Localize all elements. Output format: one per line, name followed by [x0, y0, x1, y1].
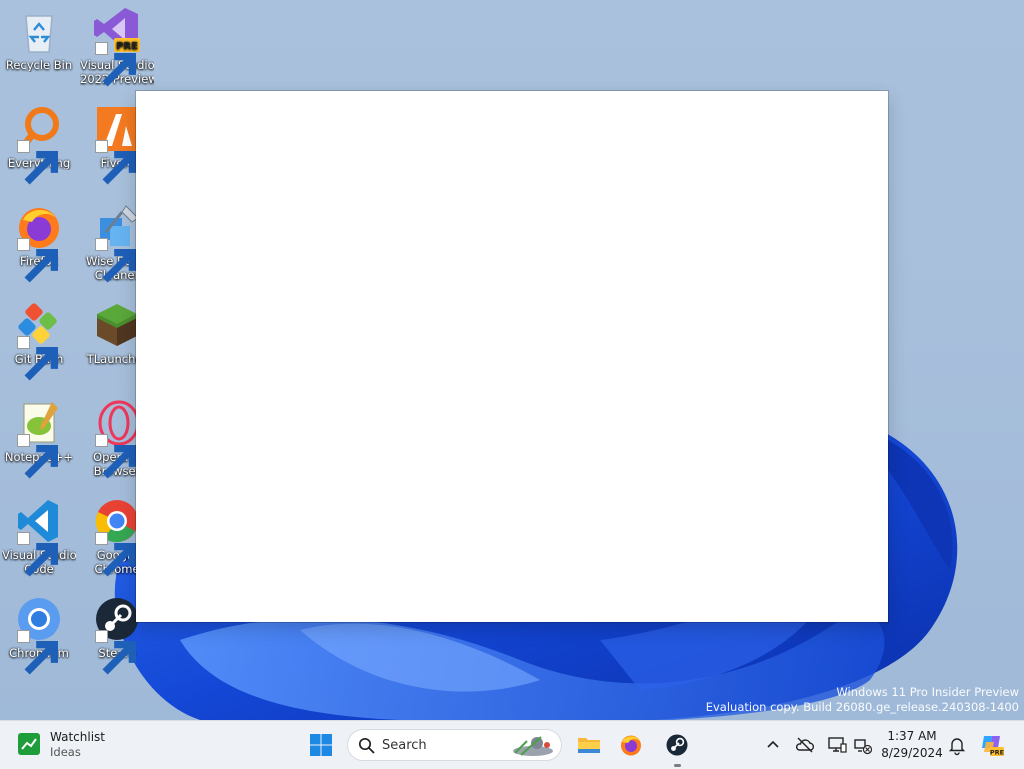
windows-logo-icon	[310, 734, 332, 756]
google-chrome-icon	[92, 496, 142, 577]
desktop-icon-firefox[interactable]: Firefox	[2, 202, 76, 283]
watermark-line-2: Evaluation copy. Build 26080.ge_release.…	[705, 700, 1019, 714]
search-label: Search	[382, 738, 427, 753]
widget-title: Watchlist	[50, 730, 105, 744]
desktop-icon-visual-studio-2022-preview[interactable]: PRE Visual Studio 2022 Preview	[80, 6, 154, 87]
shortcut-arrow-icon	[95, 532, 136, 577]
firefox-icon	[621, 735, 641, 756]
everything-search-icon	[14, 104, 64, 185]
copilot-pre-badge: PRE	[990, 749, 1004, 757]
clock-date: 8/29/2024	[881, 746, 943, 760]
chromium-icon	[14, 594, 64, 675]
steam-icon	[666, 734, 688, 756]
desktop-icon-chromium[interactable]: Chromium	[2, 594, 76, 675]
file-explorer-icon	[578, 738, 600, 753]
git-bash-icon	[14, 300, 64, 381]
desktop-icon-git-bash[interactable]: Git Bash	[2, 300, 76, 381]
copilot-icon: PRE	[982, 736, 1004, 757]
desktop-icon-vscode[interactable]: Visual Studio Code	[2, 496, 76, 577]
onedrive-offline-icon	[795, 737, 815, 753]
recycle-bin-icon	[14, 6, 64, 56]
steam-icon	[92, 594, 142, 675]
notification-center-button[interactable]	[946, 734, 968, 756]
show-hidden-icons-button[interactable]	[762, 734, 784, 756]
desktop-icon-everything[interactable]: Everything	[2, 104, 76, 185]
taskbar-steam[interactable]	[659, 727, 695, 763]
shortcut-arrow-icon	[95, 238, 136, 283]
opera-gx-icon	[92, 398, 142, 479]
shortcut-arrow-icon	[95, 434, 136, 479]
desktop-icon-recycle-bin[interactable]: Recycle Bin	[2, 6, 76, 72]
visual-studio-2022-preview-icon: PRE	[92, 6, 142, 87]
display-icon	[828, 737, 847, 753]
vscode-icon	[14, 496, 64, 577]
shortcut-arrow-icon	[17, 238, 59, 283]
display-status[interactable]	[826, 734, 848, 756]
shortcut-arrow-icon	[95, 630, 136, 675]
fivem-icon	[92, 104, 142, 185]
copilot-button[interactable]: PRE	[980, 732, 1004, 758]
desktop-icon-notepad-plus-plus[interactable]: Notepad++	[2, 398, 76, 479]
start-button[interactable]	[303, 727, 339, 763]
shortcut-arrow-icon	[17, 630, 59, 675]
desktop: Recycle Bin Everything Firefox Git Bash …	[0, 0, 1024, 720]
clock[interactable]: 1:37 AM 8/29/2024	[876, 728, 948, 762]
onedrive-status[interactable]	[794, 734, 816, 756]
tlauncher-icon	[92, 300, 142, 350]
wise-registry-cleaner-icon	[92, 202, 142, 283]
network-disconnected-icon	[854, 739, 873, 755]
shortcut-arrow-icon	[17, 336, 59, 381]
bell-icon	[948, 738, 966, 756]
widget-subtitle: Ideas	[50, 745, 81, 759]
taskbar-file-explorer[interactable]	[571, 727, 607, 763]
blank-app-window[interactable]	[136, 91, 888, 622]
shortcut-arrow-icon	[17, 532, 59, 577]
shortcut-arrow-icon	[95, 140, 136, 185]
network-status[interactable]	[852, 734, 874, 756]
icon-label: Recycle Bin	[5, 58, 73, 72]
clock-time: 1:37 AM	[887, 729, 937, 743]
search-icon	[358, 737, 375, 754]
search-box[interactable]: Search	[347, 729, 562, 761]
taskbar-firefox[interactable]	[613, 727, 649, 763]
running-indicator	[674, 764, 681, 767]
shortcut-arrow-icon	[95, 42, 136, 87]
shortcut-arrow-icon	[17, 434, 59, 479]
shortcut-arrow-icon	[17, 140, 59, 185]
stock-chart-icon	[18, 733, 40, 755]
notepad-plus-plus-icon	[14, 398, 64, 479]
firefox-icon	[14, 202, 64, 283]
chevron-up-icon	[767, 740, 779, 748]
watermark-line-1: Windows 11 Pro Insider Preview	[836, 685, 1019, 699]
taskbar: Watchlist Ideas Search 1:37 AM 8/29/2024…	[0, 720, 1024, 769]
evaluation-watermark: Windows 11 Pro Insider Preview Evaluatio…	[706, 685, 1019, 715]
search-highlight-illustration-icon	[513, 736, 553, 756]
